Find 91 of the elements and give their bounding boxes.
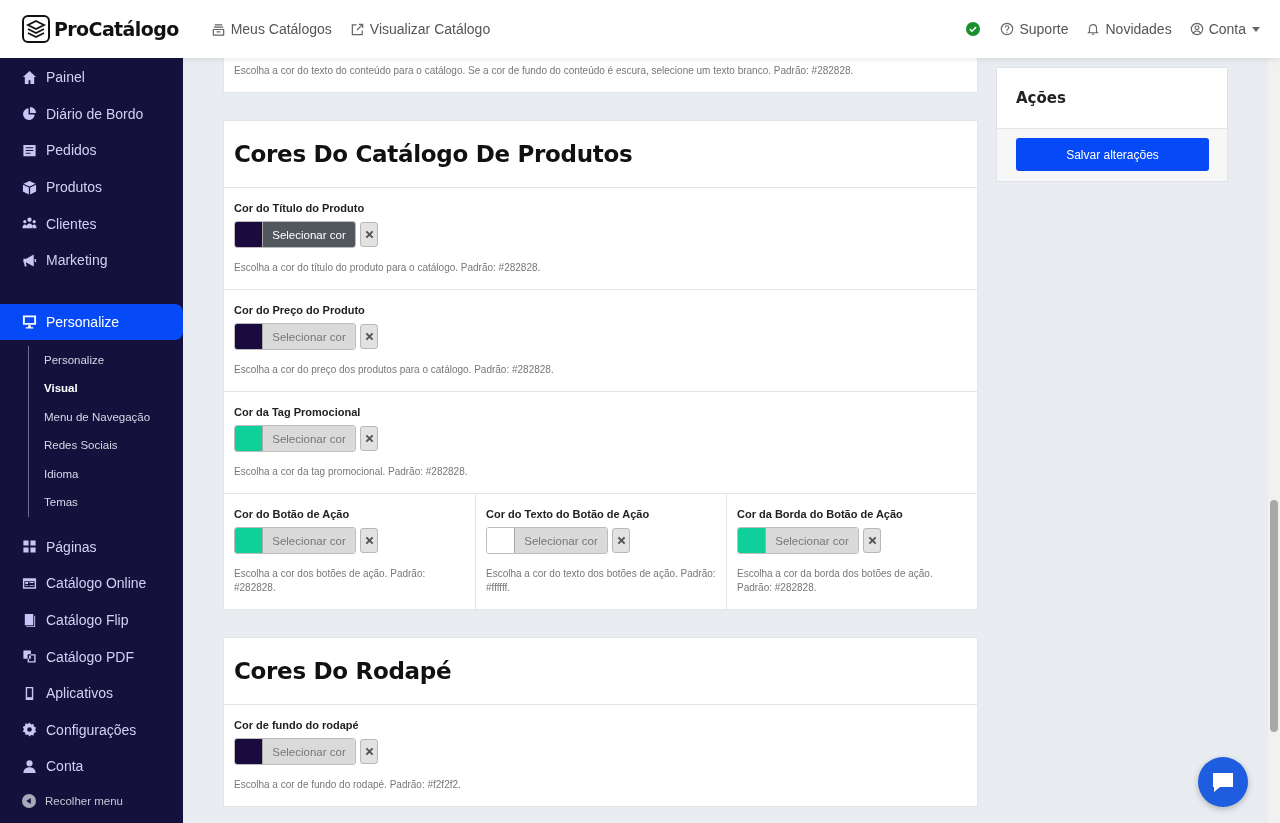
field-description: Escolha a cor de fundo do rodapé. Padrão: #f2f2f2. [234,778,462,792]
pie-chart-icon [22,106,37,122]
section-title: Cores Do Catálogo De Produtos [234,141,633,167]
sidebar-item[interactable]: Marketing [0,241,183,279]
sidebar-item[interactable]: Catálogo Online [0,565,183,602]
color-swatch[interactable] [235,324,263,349]
chat-button[interactable] [1198,757,1248,807]
close-icon [616,536,626,545]
field-label: Cor do Preço do Produto [234,304,366,316]
select-color-button[interactable]: Selecionar cor [263,222,355,247]
field-label: Cor do Texto do Botão de Ação [486,508,651,520]
clear-color-button[interactable] [360,324,378,349]
nav-link[interactable]: Visualizar Catálogo [349,21,491,37]
user-circle-icon [1189,22,1204,36]
field-label: Cor do Botão de Ação [234,508,351,520]
caret-down-icon [1252,26,1260,32]
sidebar-item[interactable]: Pedidos [0,132,183,169]
book-icon [22,612,37,628]
sidebar-item[interactable]: Produtos [0,168,183,206]
sidebar-item[interactable]: Painel [0,59,183,96]
submenu-item[interactable]: Redes Sociais [44,431,183,460]
field-description: Escolha a cor da borda dos botões de ação. Padrão: #282828. [737,567,934,595]
field-description: Escolha a cor do texto dos botões de ação. Padrão: #ffffff. [486,567,716,595]
field-description: Escolha a cor do preço dos produtos para o catálogo. Padrão: #282828. [234,363,555,377]
close-icon [364,230,374,239]
field-description: Escolha a cor do texto do conteúdo para o catálogo. Se a cor de fundo do conteúdo é escura, selecione um texto branco. Padrão: #282828. [234,64,855,78]
sidebar-item[interactable]: Personalize [0,303,183,340]
chat-bubble-icon [1211,771,1235,793]
clear-color-button[interactable] [863,528,881,553]
cube-icon [22,179,37,195]
nav-link[interactable]: Conta [1189,21,1260,37]
color-swatch[interactable] [235,739,263,764]
stacked-layers-logo-icon [22,15,50,43]
color-swatch[interactable] [738,528,766,553]
field-label: Cor do Título do Produto [234,202,366,214]
close-icon [867,536,877,545]
brand-name: ProCatálogo [54,18,179,40]
color-swatch[interactable] [235,426,263,451]
field-description: Escolha a cor do título do produto para o catálogo. Padrão: #282828. [234,261,542,275]
close-icon [364,747,374,756]
grid-icon [22,539,37,555]
field-description: Escolha a cor da tag promocional. Padrão: #282828. [234,465,469,479]
clear-color-button[interactable] [360,426,378,451]
submenu-item[interactable]: Temas [44,488,183,517]
section-title: Cores Do Rodapé [234,658,452,684]
color-swatch[interactable] [235,222,263,247]
submenu-item[interactable]: Personalize [44,345,183,375]
sidebar-item[interactable]: Páginas [0,528,183,566]
bell-icon [1086,22,1101,36]
sidebar-item[interactable]: Catálogo PDF [0,638,183,675]
monitor-icon [22,314,37,330]
nav-link[interactable]: Novidades [1086,21,1172,37]
close-icon [364,536,374,545]
clear-color-button[interactable] [612,528,630,553]
gear-icon [22,722,37,738]
external-link-icon [349,21,365,37]
save-button[interactable]: Salvar alterações [1016,138,1209,171]
sidebar-item[interactable]: Clientes [0,205,183,242]
field-description: Escolha a cor dos botões de ação. Padrão: #282828. [234,567,427,595]
sidebar-item[interactable]: Catálogo Flip [0,601,183,639]
home-icon [22,69,37,85]
color-swatch[interactable] [487,528,515,553]
sidebar-item[interactable]: Aplicativos [0,674,183,712]
submenu-item[interactable]: Menu de Navegação [44,402,183,432]
field-label: Cor de fundo do rodapé [234,719,360,731]
clear-color-button[interactable] [360,739,378,764]
submenu-item[interactable]: Visual [44,374,183,403]
clear-color-button[interactable] [360,528,378,553]
clear-color-button[interactable] [360,222,378,247]
sidebar-item[interactable]: Configurações [0,711,183,749]
color-swatch[interactable] [235,528,263,553]
card-title: Ações [1016,89,1066,107]
documents-icon [22,649,37,665]
user-icon [22,758,37,774]
field-label: Cor da Borda do Botão de Ação [737,508,904,520]
close-icon [364,434,374,443]
arrow-left-circle-icon [22,793,36,808]
megaphone-icon [22,252,37,268]
scrollbar[interactable] [1268,58,1280,823]
sidebar-item[interactable]: Diário de Bordo [0,95,183,133]
list-icon [22,143,37,158]
sidebar-item[interactable]: Conta [0,748,183,785]
collapse-menu-button[interactable]: Recolher menu [0,786,183,815]
nav-link[interactable]: Meus Catálogos [210,21,332,37]
archive-icon [210,21,226,37]
card-icon [22,575,37,591]
submenu-item[interactable]: Idioma [44,459,183,489]
close-icon [364,332,374,341]
field-label: Cor da Tag Promocional [234,406,362,418]
help-circle-icon [1000,22,1015,36]
nav-link[interactable]: Suporte [1000,21,1069,37]
